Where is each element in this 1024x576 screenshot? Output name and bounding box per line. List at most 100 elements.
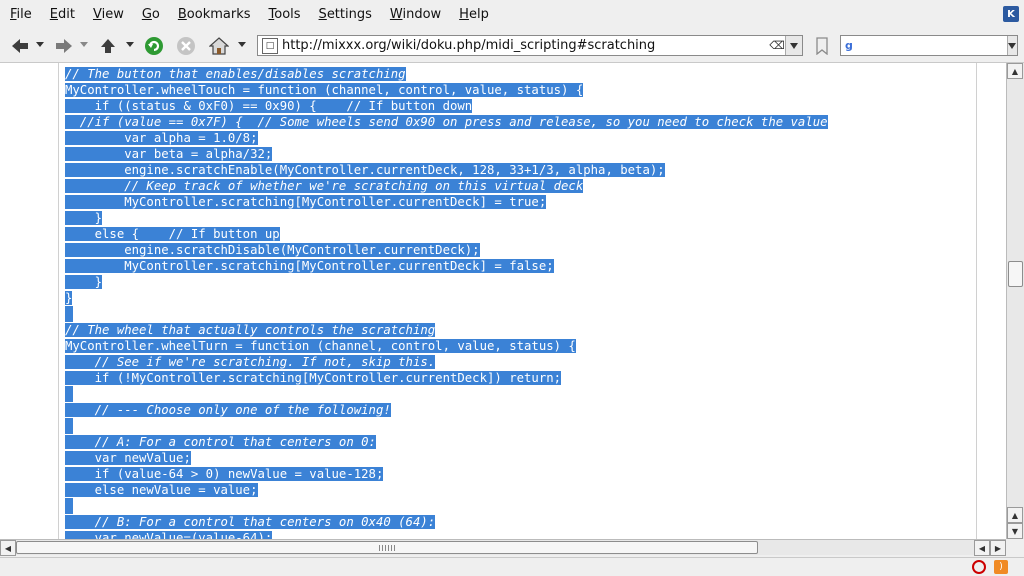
up-button[interactable] xyxy=(96,35,120,57)
code-line-text xyxy=(65,306,73,322)
menu-window[interactable]: Window xyxy=(381,0,450,30)
search-input[interactable] xyxy=(852,36,1007,55)
scroll-up-lower-button[interactable]: ▲ xyxy=(1007,507,1023,523)
code-line[interactable] xyxy=(65,418,828,434)
code-line[interactable]: var newValue; xyxy=(65,450,828,466)
code-line[interactable]: // The wheel that actually controls the … xyxy=(65,322,828,338)
stop-icon xyxy=(177,37,195,55)
code-line[interactable]: // Keep track of whether we're scratchin… xyxy=(65,178,828,194)
code-line[interactable]: if (!MyController.scratching[MyControlle… xyxy=(65,370,828,386)
web-search-bar[interactable]: g xyxy=(840,35,1018,56)
code-line-text: //if (value == 0x7F) { // Some wheels se… xyxy=(65,115,828,129)
bookmark-icon xyxy=(816,37,828,55)
rss-feed-icon[interactable]: ) xyxy=(994,560,1008,574)
code-line[interactable]: var newValue=(value-64); xyxy=(65,530,828,539)
menu-help[interactable]: Help xyxy=(450,0,498,30)
url-text[interactable]: http://mixxx.org/wiki/doku.php/midi_scri… xyxy=(282,38,769,53)
horizontal-scrollbar[interactable]: ◀ ◀ ▶ xyxy=(0,539,1006,556)
search-engine-dropdown[interactable] xyxy=(1006,36,1017,55)
code-line-text xyxy=(65,498,73,514)
code-line-text: engine.scratchDisable(MyController.curre… xyxy=(65,243,480,257)
menu-go[interactable]: Go xyxy=(133,0,169,30)
code-line-text xyxy=(65,418,73,434)
code-line[interactable]: if (value-64 > 0) newValue = value-128; xyxy=(65,466,828,482)
code-line[interactable]: // See if we're scratching. If not, skip… xyxy=(65,354,828,370)
home-dropdown[interactable] xyxy=(238,42,246,47)
code-line[interactable]: //if (value == 0x7F) { // Some wheels se… xyxy=(65,114,828,130)
code-block-left-border xyxy=(58,63,59,539)
back-button[interactable] xyxy=(8,35,32,57)
scroll-left-lower-button[interactable]: ◀ xyxy=(974,540,990,556)
code-line-text: if ((status & 0xF0) == 0x90) { // If but… xyxy=(65,99,473,113)
code-line-text: // See if we're scratching. If not, skip… xyxy=(65,355,436,369)
home-icon xyxy=(209,37,229,55)
chevron-down-icon xyxy=(1008,42,1017,49)
blocked-content-icon[interactable] xyxy=(972,560,986,574)
page-content[interactable]: // The button that enables/disables scra… xyxy=(0,63,1006,539)
vertical-scrollbar[interactable]: ▲ ▲ ▼ xyxy=(1006,63,1024,539)
menu-tools[interactable]: Tools xyxy=(260,0,310,30)
code-line-text: engine.scratchEnable(MyController.curren… xyxy=(65,163,665,177)
code-block[interactable]: // The button that enables/disables scra… xyxy=(65,66,828,539)
code-line-text: var newValue=(value-64); xyxy=(65,531,273,539)
up-dropdown[interactable] xyxy=(126,42,134,47)
code-line[interactable]: MyController.wheelTurn = function (chann… xyxy=(65,338,828,354)
code-line-text: // Keep track of whether we're scratchin… xyxy=(65,179,584,193)
forward-button[interactable] xyxy=(52,35,76,57)
code-line-text: if (value-64 > 0) newValue = value-128; xyxy=(65,467,384,481)
vertical-scroll-thumb[interactable] xyxy=(1008,261,1023,287)
back-history-dropdown[interactable] xyxy=(36,42,44,47)
menu-bookmarks[interactable]: Bookmarks xyxy=(169,0,260,30)
code-line[interactable]: // --- Choose only one of the following! xyxy=(65,402,828,418)
code-line[interactable]: else { // If button up xyxy=(65,226,828,242)
code-line[interactable]: MyController.scratching[MyController.cur… xyxy=(65,258,828,274)
code-line[interactable] xyxy=(65,386,828,402)
menu-settings[interactable]: Settings xyxy=(310,0,381,30)
code-line[interactable]: } xyxy=(65,274,828,290)
code-line[interactable]: // B: For a control that centers on 0x40… xyxy=(65,514,828,530)
code-line-text: } xyxy=(65,211,103,225)
menu-edit[interactable]: Edit xyxy=(41,0,84,30)
url-history-dropdown[interactable] xyxy=(785,36,802,55)
home-button[interactable] xyxy=(207,35,231,57)
code-line-text: // The wheel that actually controls the … xyxy=(65,323,436,337)
menu-view[interactable]: View xyxy=(84,0,133,30)
clear-url-icon[interactable]: ⌫ xyxy=(769,39,785,52)
code-line-text: MyController.scratching[MyController.cur… xyxy=(65,259,554,273)
code-line[interactable]: } xyxy=(65,210,828,226)
code-line[interactable]: // The button that enables/disables scra… xyxy=(65,66,828,82)
code-line[interactable] xyxy=(65,498,828,514)
code-block-right-border xyxy=(976,63,977,539)
scroll-down-button[interactable]: ▼ xyxy=(1007,523,1023,539)
code-line[interactable]: if ((status & 0xF0) == 0x90) { // If but… xyxy=(65,98,828,114)
code-line[interactable]: engine.scratchEnable(MyController.curren… xyxy=(65,162,828,178)
reload-button[interactable] xyxy=(143,35,165,57)
code-line[interactable]: var beta = alpha/32; xyxy=(65,146,828,162)
code-line-text: var newValue; xyxy=(65,451,191,465)
code-line-text: else newValue = value; xyxy=(65,483,258,497)
scroll-right-button[interactable]: ▶ xyxy=(990,540,1006,556)
code-line[interactable] xyxy=(65,306,828,322)
code-line[interactable]: // A: For a control that centers on 0: xyxy=(65,434,828,450)
code-line[interactable]: var alpha = 1.0/8; xyxy=(65,130,828,146)
code-line-text: } xyxy=(65,291,73,305)
code-line[interactable]: MyController.scratching[MyController.cur… xyxy=(65,194,828,210)
code-line-text: // B: For a control that centers on 0x40… xyxy=(65,515,436,529)
code-line[interactable]: } xyxy=(65,290,828,306)
code-line[interactable]: else newValue = value; xyxy=(65,482,828,498)
menu-file[interactable]: File xyxy=(0,0,41,30)
bookmark-page-button[interactable] xyxy=(812,35,832,57)
scroll-up-button[interactable]: ▲ xyxy=(1007,63,1023,79)
google-search-icon: g xyxy=(845,38,853,52)
code-line-text: MyController.scratching[MyController.cur… xyxy=(65,195,547,209)
code-line-text: var alpha = 1.0/8; xyxy=(65,131,258,145)
horizontal-scroll-thumb[interactable] xyxy=(16,541,758,554)
app-logo-icon: K xyxy=(1003,6,1019,22)
chevron-down-icon xyxy=(790,42,798,49)
location-bar[interactable]: □ http://mixxx.org/wiki/doku.php/midi_sc… xyxy=(257,35,803,56)
code-line[interactable]: engine.scratchDisable(MyController.curre… xyxy=(65,242,828,258)
forward-history-dropdown[interactable] xyxy=(80,42,88,47)
stop-button[interactable] xyxy=(175,35,197,57)
code-line[interactable]: MyController.wheelTouch = function (chan… xyxy=(65,82,828,98)
scroll-left-button[interactable]: ◀ xyxy=(0,540,16,556)
